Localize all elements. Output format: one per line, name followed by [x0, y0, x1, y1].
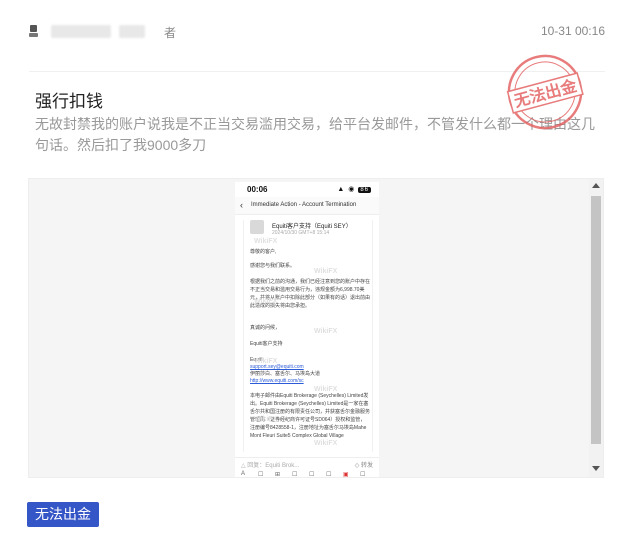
email-paragraph: 根据我们之前的沟通，我们已经注意到您的账户中存在不正当交易和滥用交易行为，违规金… [250, 279, 371, 309]
watermark: WikiFX [314, 268, 338, 275]
watermark: WikiFX [254, 358, 278, 365]
email-regards: 真诚的问候， [250, 325, 281, 331]
scroll-thumb[interactable] [591, 196, 601, 444]
phone-screenshot: 00:06 ▲ ◉ 86 ‹ Immediate Action - Accoun… [235, 182, 379, 478]
attached-image[interactable]: 00:06 ▲ ◉ 86 ‹ Immediate Action - Accoun… [28, 178, 604, 478]
watermark: WikiFX [314, 440, 338, 447]
back-arrow-icon: ‹ [240, 200, 243, 210]
scroll-up-icon[interactable] [592, 183, 600, 188]
watermark: WikiFX [254, 298, 278, 305]
watermark: WikiFX [314, 328, 338, 335]
post-title: 强行扣钱 [35, 92, 103, 111]
toolbar-icon: ☐ [292, 472, 298, 478]
blurred-username [51, 25, 111, 38]
post-header: 者 10-31 00:16 [29, 22, 605, 42]
toolbar-icon: ☐ [360, 472, 366, 478]
sender-avatar [250, 220, 264, 234]
toolbar-icon: A [241, 471, 246, 477]
category-tag[interactable]: 无法出金 [27, 502, 99, 527]
watermark: WikiFX [254, 416, 278, 423]
email-greeting: 尊敬的客户, [250, 249, 277, 255]
user-icon [29, 25, 38, 37]
email-content: Equiti客户支持（Equiti SEY） 2024/10/30 GMT+8 … [243, 220, 373, 452]
email-website-link: http://www.equiti.com/sc [250, 378, 304, 384]
email-thanks: 感谢您与我们联系。 [250, 263, 296, 269]
post-timestamp: 10-31 00:16 [540, 24, 605, 38]
stamp-icon: 无法出金 [506, 54, 584, 130]
toolbar-icon: ⊞ [275, 472, 281, 478]
watermark: WikiFX [254, 238, 278, 245]
status-time: 00:06 [247, 185, 268, 194]
signal-wifi-icons: ▲ ◉ 86 [337, 186, 371, 193]
image-scrollbar[interactable] [589, 179, 603, 477]
toolbar-icon: ▣ [343, 472, 349, 478]
phone-toolbar: A ☐ ⊞ ☐ ☐ ☐ ▣ ☐ [235, 470, 379, 478]
forward-button: ◇ 转发 [354, 463, 373, 469]
email-sender: Equiti客户支持（Equiti SEY） [272, 224, 352, 230]
toolbar-icon: ☐ [326, 472, 332, 478]
scroll-down-icon[interactable] [592, 466, 600, 471]
watermark: WikiFX [314, 386, 338, 393]
author-label: 者 [164, 26, 177, 40]
email-team: Equiti客户支持 [250, 341, 283, 347]
email-date: 2024/10/30 GMT+8 15:14 [272, 230, 330, 236]
battery-icon: 86 [358, 187, 371, 193]
email-nav-bar: ‹ Immediate Action - Account Termination [235, 197, 379, 215]
status-bar: 00:06 ▲ ◉ 86 [235, 182, 379, 196]
reply-bar: △ 回复：Equiti Brok... ◇ 转发 [235, 457, 379, 469]
toolbar-icon: ☐ [258, 472, 264, 478]
email-subject: Immediate Action - Account Termination [251, 202, 357, 208]
toolbar-icon: ☐ [309, 472, 315, 478]
reply-input: △ 回复：Equiti Brok... [241, 463, 300, 469]
blurred-username-part [119, 25, 145, 38]
